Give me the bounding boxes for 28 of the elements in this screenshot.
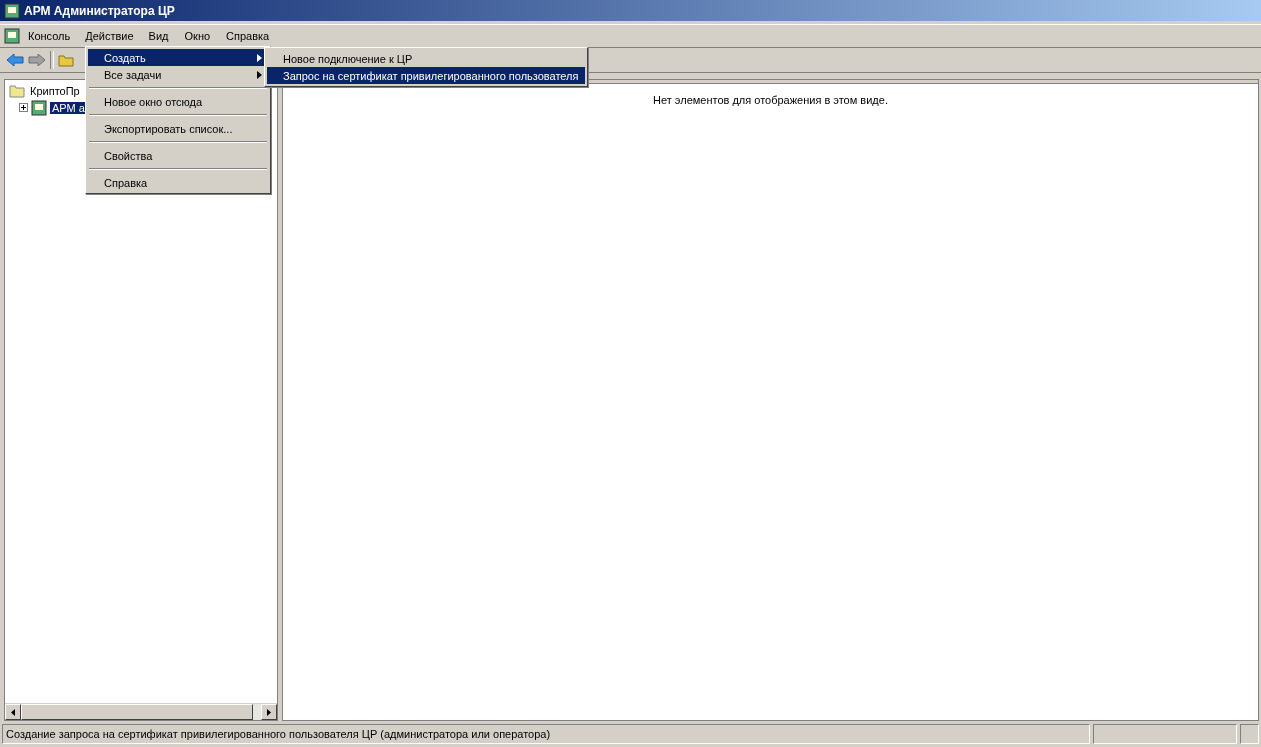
horizontal-scrollbar[interactable] — [5, 703, 277, 720]
menu-entry[interactable]: Новое подключение к ЦР — [267, 50, 585, 67]
menu-entry[interactable]: Запрос на сертификат привилегированного пользователя — [267, 67, 585, 84]
scroll-right-icon[interactable] — [267, 708, 271, 716]
app-icon — [31, 99, 47, 116]
menu-entry[interactable]: Справка — [88, 174, 268, 191]
menu-item[interactable]: Действие — [78, 28, 141, 44]
back-arrow-icon[interactable] — [6, 53, 24, 67]
tree-item[interactable]: КриптоПр — [28, 84, 82, 97]
window-title: АРМ Администратора ЦР — [24, 3, 175, 18]
folder-icon — [9, 83, 25, 98]
menu-item[interactable]: Справка — [218, 27, 278, 45]
forward-arrow-icon[interactable] — [28, 53, 46, 67]
empty-message: Нет элементов для отображения в этом виде. — [652, 94, 889, 106]
status-pane — [1240, 724, 1259, 744]
menu-entry[interactable]: Свойства — [88, 147, 268, 164]
scroll-left-icon[interactable] — [11, 708, 15, 716]
status-text: Создание запроса на сертификат привилегированного пользователя ЦР (администратора или оператора) — [2, 724, 1090, 744]
menu-item[interactable]: Вид — [140, 27, 177, 45]
tree-item[interactable]: АРМ а — [50, 101, 87, 114]
app-icon — [4, 28, 20, 44]
menu-entry[interactable]: Экспортировать список... — [88, 120, 268, 137]
expand-toggle[interactable] — [19, 103, 28, 112]
app-icon — [4, 2, 20, 19]
menu-entry[interactable]: Все задачи — [88, 66, 268, 83]
menu-item[interactable]: Окно — [176, 27, 219, 45]
menu-item[interactable]: Консоль — [20, 27, 79, 45]
menu-entry[interactable]: Новое окно отсюда — [88, 93, 268, 110]
